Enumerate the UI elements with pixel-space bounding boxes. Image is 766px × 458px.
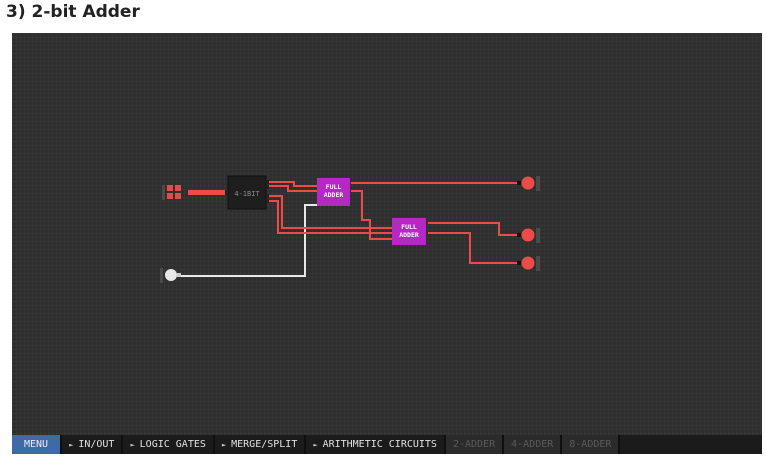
output-led-1 — [517, 176, 540, 191]
toolbar-arithmetic-circuits-label: ARITHMETIC CIRCUITS — [322, 439, 437, 450]
toolbar-arithmetic-circuits[interactable]: ► ARITHMETIC CIRCUITS — [306, 435, 446, 454]
toolbar-in-out-label: IN/OUT — [78, 439, 115, 450]
toolbar-4-adder[interactable]: 4-ADDER — [504, 435, 563, 454]
toolbar-logic-gates[interactable]: ► LOGIC GATES — [123, 435, 215, 454]
wire-adder2-carry — [428, 232, 517, 264]
arrow-right-icon: ► — [313, 440, 318, 449]
full-adder-1: FULL ADDER — [317, 178, 350, 206]
menu-button-label: MENU — [24, 439, 49, 450]
bottom-toolbar: MENU ► IN/OUT ► LOGIC GATES ► MERGE/SPLI… — [12, 435, 762, 454]
toolbar-8-adder-label: 8-ADDER — [569, 439, 612, 450]
full-adder-1-line1: FULL — [326, 183, 342, 191]
full-adder-2: FULL ADDER — [392, 218, 426, 245]
arrow-right-icon: ► — [69, 440, 74, 449]
toolbar-merge-split[interactable]: ► MERGE/SPLIT — [215, 435, 307, 454]
full-adder-2-line1: FULL — [401, 223, 417, 231]
input-switch-bit — [160, 268, 181, 283]
split-chip-4-1bit: 4-1BIT — [225, 175, 269, 210]
wire-bus-input — [188, 190, 228, 195]
full-adder-2-line2: ADDER — [399, 231, 419, 239]
wire-switch-to-adder1 — [177, 204, 317, 277]
arrow-right-icon: ► — [130, 440, 135, 449]
output-led-2 — [517, 228, 540, 243]
output-led-3 — [517, 256, 540, 271]
split-chip-label: 4-1BIT — [234, 190, 260, 198]
toolbar-2-adder-label: 2-ADDER — [452, 439, 496, 450]
toolbar-2-adder[interactable]: 2-ADDER — [445, 435, 505, 454]
toolbar-merge-split-label: MERGE/SPLIT — [231, 439, 298, 450]
input-switch-4bit — [162, 185, 181, 200]
full-adder-1-line2: ADDER — [324, 191, 344, 199]
wire-adder1-carry — [351, 190, 392, 240]
page-title: 3) 2-bit Adder — [6, 2, 140, 22]
toolbar-logic-gates-label: LOGIC GATES — [139, 439, 206, 450]
arrow-right-icon: ► — [221, 440, 227, 449]
circuit-canvas[interactable]: 4-1BIT FULL ADDER FULL ADDER — [12, 33, 762, 435]
toolbar-in-out[interactable]: ► IN/OUT — [62, 435, 124, 454]
menu-button[interactable]: MENU — [12, 435, 63, 454]
toolbar-8-adder[interactable]: 8-ADDER — [562, 435, 621, 454]
toolbar-4-adder-label: 4-ADDER — [511, 439, 554, 450]
